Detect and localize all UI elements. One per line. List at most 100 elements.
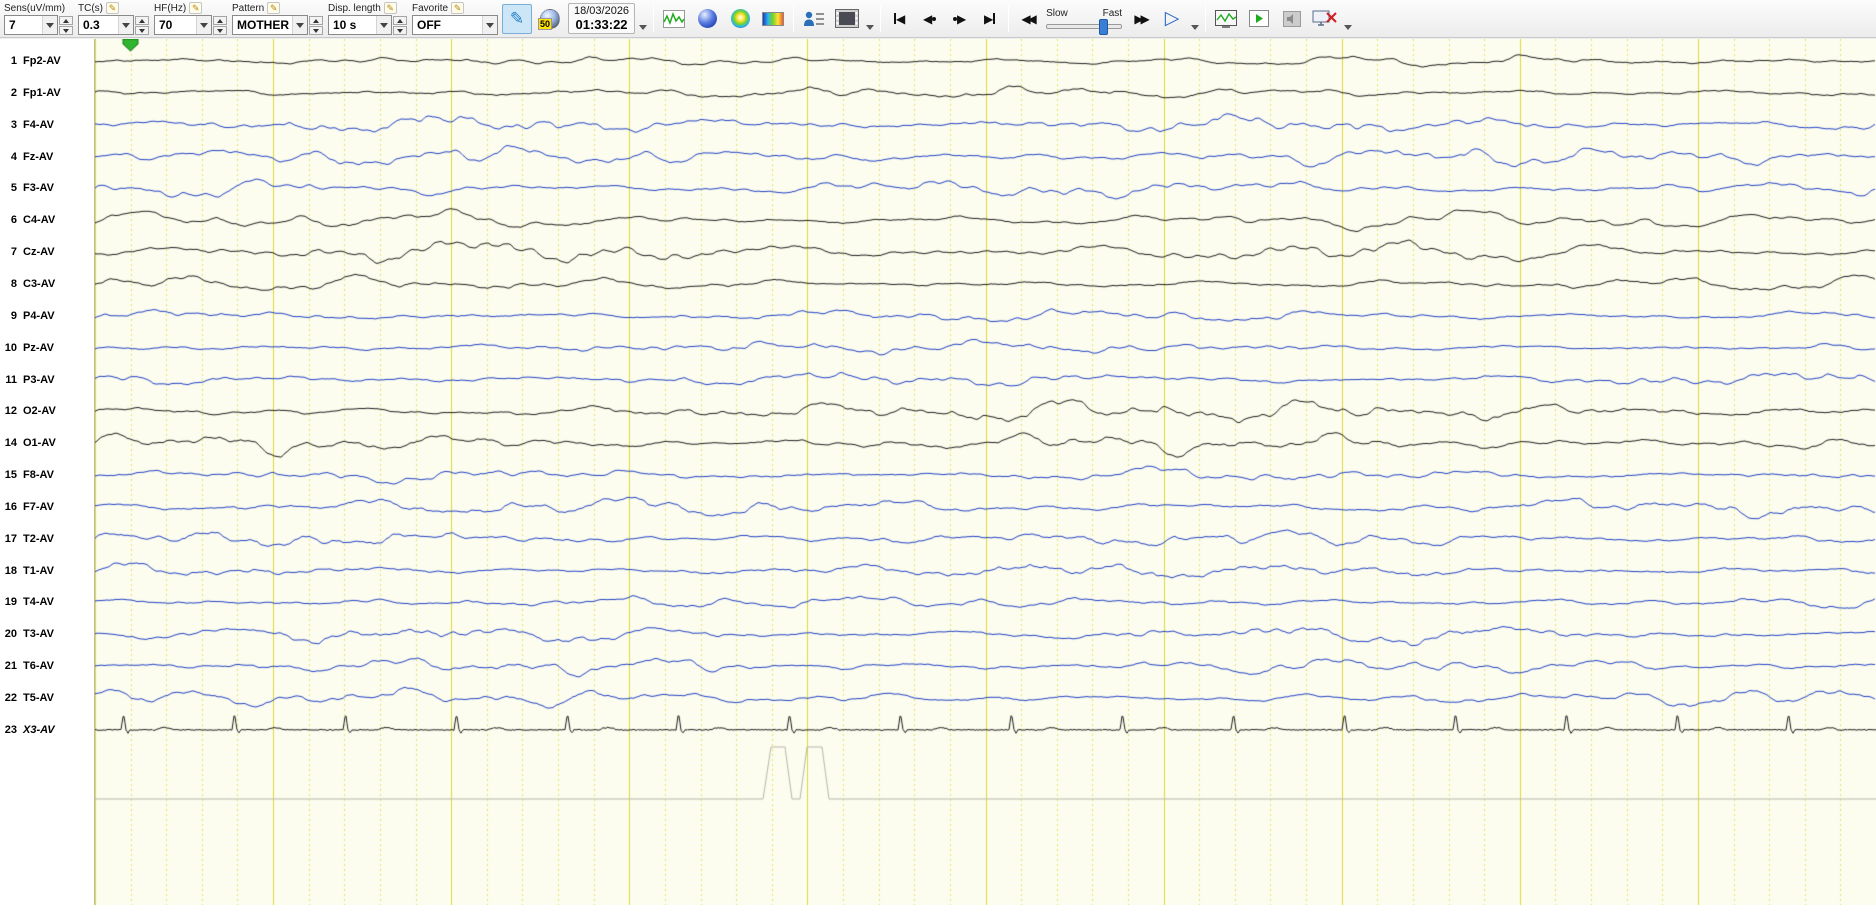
green-play-icon	[1249, 10, 1270, 27]
disp-length-decrease-button[interactable]	[393, 26, 407, 35]
channel-number: 2	[10, 86, 17, 99]
left-triangle-icon: ◀	[922, 11, 933, 26]
film-icon	[835, 9, 860, 28]
tc-decrease-button[interactable]	[135, 26, 149, 35]
dropdown-arrow-icon	[196, 16, 211, 34]
favorite-select[interactable]: OFF	[412, 15, 498, 35]
disp-length-increase-button[interactable]	[393, 16, 407, 25]
patient-info-button[interactable]	[799, 4, 829, 34]
channel-label-row[interactable]: 2 Fp1-AV	[0, 85, 95, 101]
channel-label: Fp1-AV	[23, 86, 61, 99]
step-back-button[interactable]: ◀	[916, 4, 943, 34]
hf-select[interactable]: 70	[154, 15, 212, 35]
channel-label-row[interactable]: 17 T2-AV	[0, 531, 95, 547]
channel-label-row[interactable]: 23 X3-AV	[0, 722, 95, 738]
patient-info-icon	[804, 11, 825, 26]
edit-pencil-icon[interactable]: ✎	[106, 2, 119, 14]
channel-label-row[interactable]: 9 P4-AV	[0, 308, 95, 324]
channel-number: 20	[4, 628, 17, 641]
time-menu-caret[interactable]	[638, 21, 648, 33]
channel-label-row[interactable]: 3 F4-AV	[0, 117, 95, 133]
channel-label-row[interactable]: 19 T4-AV	[0, 594, 95, 610]
topo-map-button[interactable]	[725, 4, 755, 34]
rainbow-sphere-icon	[730, 9, 750, 28]
channel-label-row[interactable]: 5 F3-AV	[0, 180, 95, 196]
map-3d-button[interactable]	[692, 4, 722, 34]
channel-label-row[interactable]: 12 O2-AV	[0, 403, 95, 419]
edit-pencil-icon[interactable]: ✎	[267, 2, 281, 14]
channel-label-row[interactable]: 6 C4-AV	[0, 212, 95, 228]
pattern-next-button[interactable]	[309, 16, 323, 25]
channel-label: T5-AV	[23, 692, 54, 704]
notch-filter-button[interactable]: 50	[535, 4, 565, 34]
channel-label-row[interactable]: 16 F7-AV	[0, 499, 95, 515]
review-play-button[interactable]	[1244, 4, 1274, 34]
rewind-button[interactable]: ◀◀	[1014, 4, 1041, 34]
step-forward-button[interactable]: ▶	[946, 4, 973, 34]
audio-muted-button[interactable]	[1277, 4, 1307, 34]
tc-increase-button[interactable]	[135, 16, 149, 25]
pattern-prev-button[interactable]	[309, 26, 323, 35]
dropdown-arrow-icon	[292, 16, 307, 34]
favorite-group: Favorite ✎ OFF	[411, 1, 499, 36]
channel-label-row[interactable]: 18 T1-AV	[0, 563, 95, 579]
dropdown-arrow-icon	[42, 16, 57, 34]
pattern-select[interactable]: MOTHER	[232, 15, 308, 35]
channel-label: Cz-AV	[23, 246, 55, 259]
toolbar-separator	[880, 5, 882, 32]
time-text: 01:33:22	[575, 17, 628, 32]
fast-forward-button[interactable]: ▶▶	[1127, 4, 1154, 34]
monitor-view-button[interactable]	[1211, 4, 1241, 34]
channel-label-row[interactable]: 11 P3-AV	[0, 372, 95, 388]
channel-label-row[interactable]: 14 O1-AV	[0, 435, 95, 451]
channel-label-row[interactable]: 15 F8-AV	[0, 467, 95, 483]
remote-network-button[interactable]	[1310, 4, 1340, 34]
edit-pencil-icon[interactable]: ✎	[189, 2, 203, 14]
channel-label: C3-AV	[23, 277, 56, 290]
play-button[interactable]: ▷	[1157, 4, 1187, 34]
video-menu-caret[interactable]	[865, 21, 875, 33]
play-menu-caret[interactable]	[1190, 21, 1200, 33]
channel-label-row[interactable]: 7 Cz-AV	[0, 244, 95, 260]
skip-to-end-button[interactable]: ▶	[976, 4, 1003, 34]
tc-select[interactable]: 0.3	[78, 15, 134, 35]
channel-label-row[interactable]: 1 Fp2-AV	[0, 53, 95, 69]
hf-group: HF(Hz) ✎ 70	[153, 1, 228, 36]
disp-length-select[interactable]: 10 s	[328, 15, 392, 35]
pattern-value: MOTHER	[237, 18, 289, 32]
double-right-triangle-icon: ▶▶	[1134, 11, 1150, 26]
slow-label: Slow	[1046, 8, 1068, 19]
channel-label: P3-AV	[23, 373, 55, 386]
waveform-view-button[interactable]	[659, 4, 689, 34]
video-button[interactable]	[832, 4, 862, 34]
skip-to-start-button[interactable]: ◀	[886, 4, 913, 34]
channel-label-row[interactable]: 20 T3-AV	[0, 626, 95, 642]
pen-icon: ✎	[509, 8, 525, 28]
hf-increase-button[interactable]	[213, 16, 227, 25]
channel-label-row[interactable]: 8 C3-AV	[0, 276, 95, 292]
channel-label-row[interactable]: 4 Fz-AV	[0, 149, 95, 165]
speed-slider-thumb[interactable]	[1098, 19, 1108, 35]
channel-label: F8-AV	[23, 469, 54, 482]
favorite-value: OFF	[417, 18, 441, 32]
network-disabled-icon	[1312, 10, 1337, 26]
sens-decrease-button[interactable]	[59, 26, 73, 35]
dropdown-arrow-icon	[118, 16, 133, 34]
channel-label-row[interactable]: 22 T5-AV	[0, 690, 95, 706]
remote-menu-caret[interactable]	[1343, 21, 1353, 33]
left-triangle-icon: ◀	[895, 11, 906, 26]
eeg-trace-area[interactable]	[95, 39, 1876, 905]
sens-increase-button[interactable]	[59, 16, 73, 25]
channel-number: 16	[4, 500, 17, 513]
channel-label-row[interactable]: 21 T6-AV	[0, 658, 95, 674]
sens-select[interactable]: 7	[4, 15, 58, 35]
edit-pencil-icon[interactable]: ✎	[451, 2, 465, 14]
edit-pencil-icon[interactable]: ✎	[383, 2, 397, 14]
channel-number: 4	[10, 150, 17, 163]
hf-decrease-button[interactable]	[213, 26, 227, 35]
trend-map-button[interactable]	[758, 4, 788, 34]
speed-slider[interactable]	[1046, 19, 1123, 35]
pen-tool-button[interactable]: ✎	[502, 3, 532, 34]
channel-label-row[interactable]: 10 Pz-AV	[0, 340, 95, 356]
channel-label: F4-AV	[23, 118, 54, 131]
